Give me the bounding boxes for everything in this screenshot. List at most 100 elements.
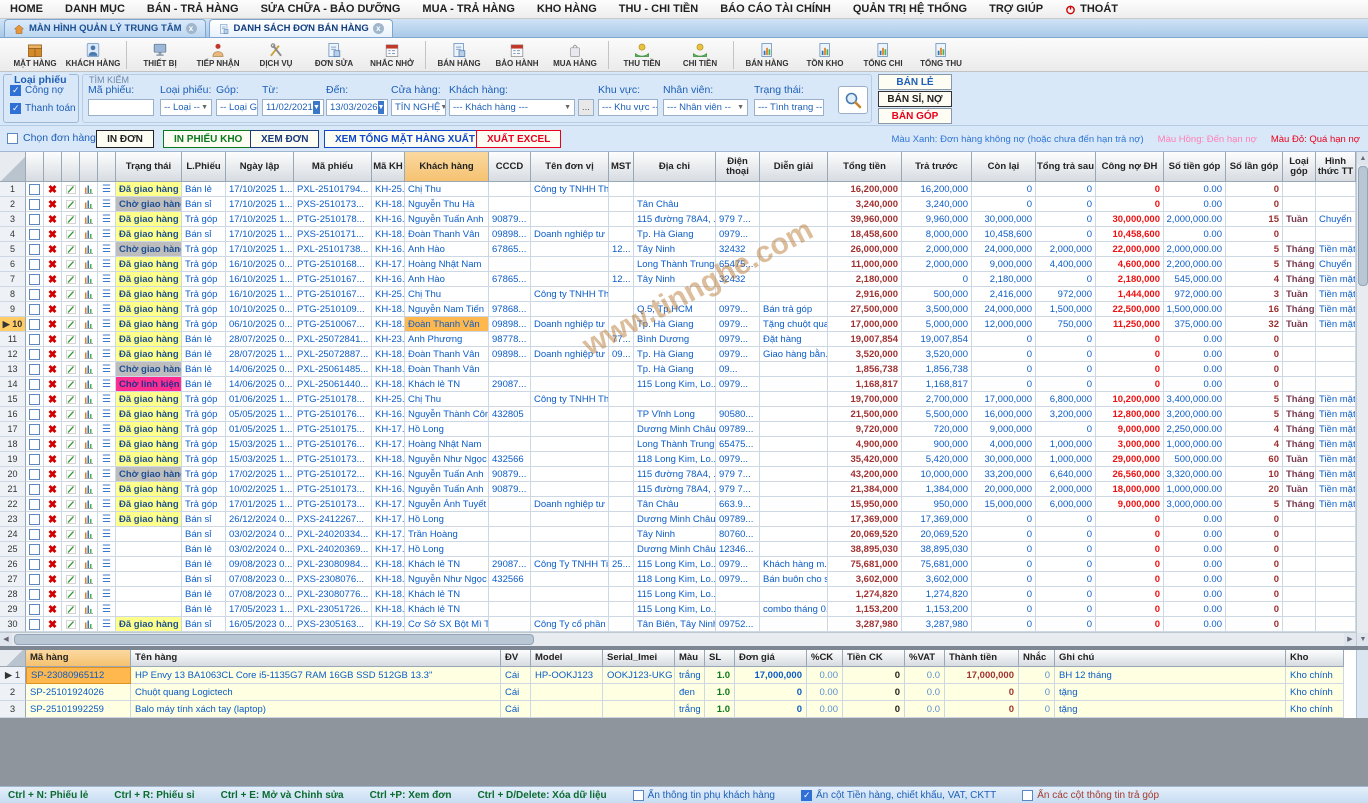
delete-row-button[interactable]: ✖ (44, 182, 62, 197)
cell[interactable]: Tp. Hà Giang (634, 347, 716, 362)
edit-row-button[interactable] (62, 422, 80, 437)
cell[interactable]: 0 (1036, 197, 1096, 212)
column-header-12[interactable]: Diễn giải (760, 152, 828, 182)
cell[interactable]: 0.00 (1164, 227, 1226, 242)
cell[interactable]: Trả góp (182, 497, 226, 512)
detail-cell[interactable]: Chuột quang Logictech (131, 684, 501, 701)
detail-list-button[interactable]: ☰ (98, 437, 116, 452)
cell[interactable]: KH-18... (372, 452, 405, 467)
cell[interactable]: 663.9... (716, 497, 760, 512)
cell[interactable] (1316, 512, 1356, 527)
cell[interactable]: 2,416,000 (972, 287, 1036, 302)
mode-button-3[interactable]: BÁN GÓP (878, 108, 952, 124)
edit-row-button[interactable] (62, 497, 80, 512)
cell[interactable]: 27,500,000 (828, 302, 902, 317)
cell[interactable] (609, 542, 634, 557)
cell[interactable]: 0979... (716, 332, 760, 347)
tool-column-header[interactable] (80, 152, 98, 182)
row-checkbox[interactable] (26, 347, 44, 362)
cell[interactable]: 25... (609, 557, 634, 572)
cell[interactable]: 0979... (716, 227, 760, 242)
print-row-button[interactable] (80, 377, 98, 392)
checkbox-icon[interactable] (29, 409, 40, 420)
detail-cell[interactable]: 1.0 (705, 667, 735, 684)
cell[interactable]: 0 (1226, 527, 1283, 542)
footer-checkbox-2[interactable]: Ẩn cột Tiền hàng, chiết khấu, VAT, CKTT (801, 790, 996, 801)
cell[interactable] (116, 587, 182, 602)
cell[interactable]: Q.5, Tp.HCM (634, 302, 716, 317)
detail-cell[interactable]: OOKJ123-UKG (603, 667, 675, 684)
tool-column-header[interactable] (62, 152, 80, 182)
print-row-button[interactable] (80, 272, 98, 287)
checkbox-icon[interactable] (801, 790, 812, 801)
column-header-5[interactable]: Mã KH (372, 152, 405, 182)
cell[interactable]: 0 (1096, 557, 1164, 572)
print-row-button[interactable] (80, 542, 98, 557)
detail-cell[interactable]: 0.00 (807, 684, 843, 701)
horizontal-scrollbar[interactable]: ◀ ▶ (0, 632, 1356, 646)
cell[interactable] (1283, 512, 1316, 527)
cell[interactable]: 21,500,000 (828, 407, 902, 422)
cell[interactable] (531, 377, 609, 392)
cell[interactable]: 09789... (716, 422, 760, 437)
print-row-button[interactable] (80, 407, 98, 422)
cell[interactable]: Doanh nghiệp tư nh... (531, 317, 609, 332)
cell[interactable]: 32432 (716, 242, 760, 257)
cell[interactable]: PTG-2510109... (294, 302, 372, 317)
toolbar-button-bảo-hành-8[interactable]: BẢO HÀNH (488, 39, 546, 71)
cell[interactable]: 1,168,817 (828, 377, 902, 392)
cell[interactable]: Giao hàng bằn... (760, 347, 828, 362)
checkbox-icon[interactable] (29, 604, 40, 615)
cell[interactable]: Đã giao hàng (116, 512, 182, 527)
cell[interactable]: Công Ty cổ phần nh... (531, 617, 609, 632)
chevron-down-icon[interactable]: ▼ (440, 104, 446, 111)
delete-row-button[interactable]: ✖ (44, 392, 62, 407)
cell[interactable]: 0979... (716, 572, 760, 587)
cell[interactable]: 12,000,000 (972, 317, 1036, 332)
cell[interactable]: 0.00 (1164, 602, 1226, 617)
cell[interactable]: KH-17... (372, 542, 405, 557)
row-checkbox[interactable] (26, 572, 44, 587)
cell[interactable] (609, 497, 634, 512)
cell[interactable]: 979 7... (716, 482, 760, 497)
checkbox-icon[interactable] (29, 484, 40, 495)
edit-row-button[interactable] (62, 182, 80, 197)
cell[interactable]: 0 (1226, 602, 1283, 617)
cell[interactable]: 2,000,000 (1036, 242, 1096, 257)
cell[interactable]: 17/10/2025 1... (226, 197, 294, 212)
column-header-6[interactable]: Khách hàng (405, 152, 489, 182)
cell[interactable]: 0.00 (1164, 572, 1226, 587)
checkbox-icon[interactable] (29, 259, 40, 270)
row-checkbox[interactable] (26, 272, 44, 287)
cell[interactable]: 2,000,000.00 (1164, 242, 1226, 257)
cell[interactable] (1283, 542, 1316, 557)
checkbox-icon[interactable] (29, 334, 40, 345)
cell[interactable]: KH-16... (372, 467, 405, 482)
cell[interactable]: 16 (1226, 302, 1283, 317)
cell[interactable]: 35,420,000 (828, 452, 902, 467)
cell[interactable]: Công ty TNHH Thuậ... (531, 287, 609, 302)
table-row[interactable]: 19✖☰Đã giao hàngTrả góp15/03/2025 1...PT… (0, 452, 1368, 467)
cell[interactable] (531, 407, 609, 422)
checkbox-icon[interactable] (29, 214, 40, 225)
cell[interactable]: 65475... (716, 437, 760, 452)
tab-1[interactable]: MÀN HÌNH QUẢN LÝ TRUNG TÂMx (4, 19, 206, 37)
cell[interactable]: Bán sỉ (182, 227, 226, 242)
cell[interactable]: 18,000,000 (1096, 482, 1164, 497)
table-row[interactable]: 7✖☰Đã giao hàngTrả góp16/10/2025 1...PTG… (0, 272, 1368, 287)
cell[interactable]: 01/06/2025 1... (226, 392, 294, 407)
checkbox-icon[interactable] (29, 394, 40, 405)
cell[interactable]: KH-16... (372, 242, 405, 257)
select-all-header[interactable] (0, 152, 26, 182)
cell[interactable]: 3,200,000 (1036, 407, 1096, 422)
table-row[interactable]: 3✖☰Đã giao hàngTrả góp17/10/2025 1...PTG… (0, 212, 1368, 227)
cell[interactable]: 24,000,000 (972, 302, 1036, 317)
cell[interactable] (531, 587, 609, 602)
cell[interactable] (489, 422, 531, 437)
delete-row-button[interactable]: ✖ (44, 422, 62, 437)
cell[interactable]: 4,400,000 (1036, 257, 1096, 272)
cell[interactable]: Tháng (1283, 257, 1316, 272)
cell[interactable] (489, 497, 531, 512)
cell[interactable] (760, 287, 828, 302)
cell[interactable]: Tháng (1283, 422, 1316, 437)
